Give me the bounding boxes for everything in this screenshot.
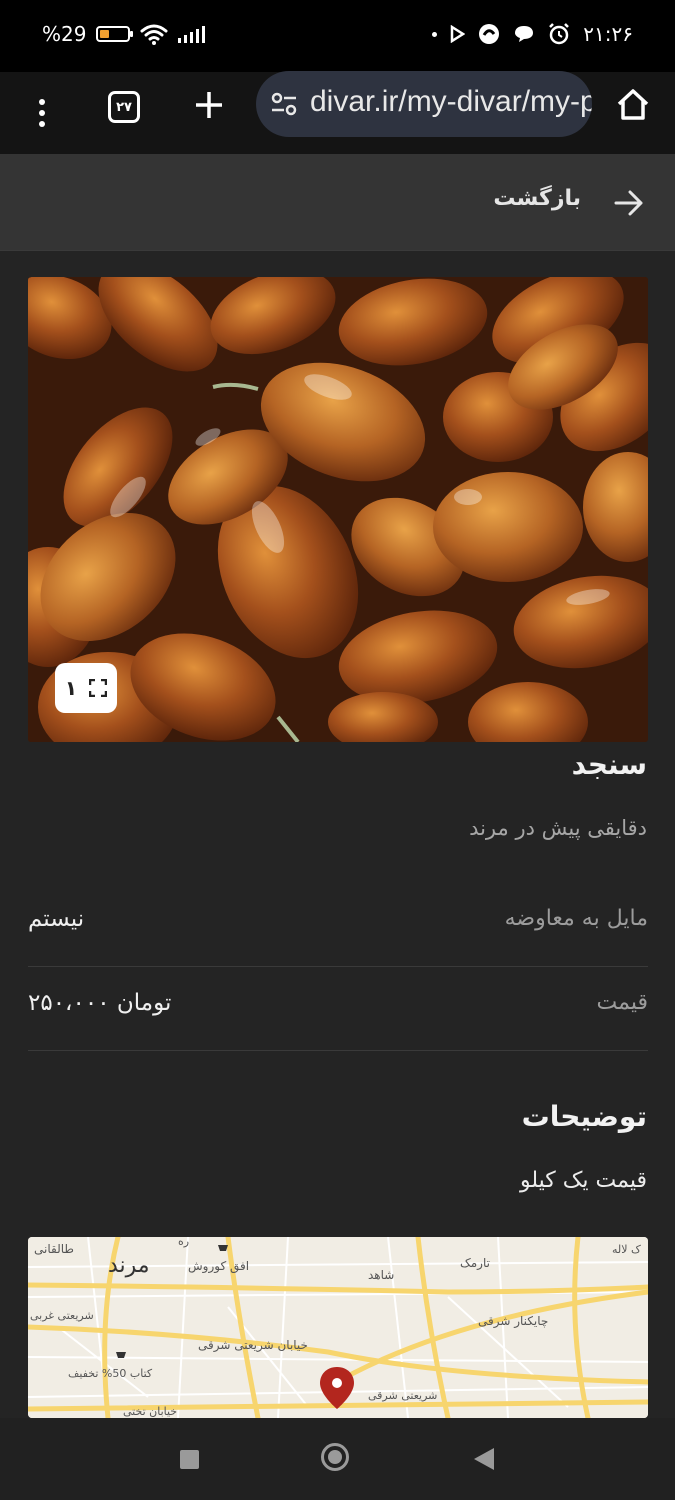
notification-dot-icon: [432, 31, 438, 37]
location-map[interactable]: مرند طالقانی افق کوروش شاهد تارمک چایکنا…: [28, 1237, 648, 1418]
address-bar[interactable]: divar.ir/my-divar/my-posts: [256, 71, 592, 137]
description-heading: توضیحات: [521, 1100, 647, 1133]
map-label: طالقانی: [34, 1242, 74, 1256]
image-count-badge[interactable]: ۱: [55, 663, 117, 713]
field-key: مایل به معاوضه: [504, 906, 648, 931]
map-label: خیابان شریعتی شرقی: [198, 1338, 308, 1353]
status-bar: %29 ۲۱:۲۶: [0, 0, 675, 72]
chat-icon: [515, 26, 534, 42]
description-text: قیمت یک کیلو: [519, 1168, 647, 1193]
more-menu-icon[interactable]: [30, 90, 54, 136]
battery-percent: %29: [42, 22, 87, 46]
map-label: افق کوروش: [188, 1259, 249, 1274]
site-settings-icon[interactable]: [270, 90, 298, 118]
back-label[interactable]: بازگشت: [493, 186, 581, 211]
field-value: نیستم: [28, 906, 85, 932]
map-image: مرند طالقانی افق کوروش شاهد تارمک چایکنا…: [28, 1237, 648, 1418]
new-tab-icon[interactable]: [192, 88, 226, 122]
field-row-price: قیمت ۲۵۰،۰۰۰ تومان: [28, 966, 648, 1051]
system-nav-bar: [0, 1418, 675, 1500]
map-label: تارمک: [460, 1256, 490, 1271]
map-label: مرند: [108, 1253, 150, 1278]
tab-switcher-button[interactable]: ۲۷: [108, 91, 140, 123]
post-photo[interactable]: ۱: [28, 277, 648, 742]
arrow-forward-icon[interactable]: [613, 188, 645, 218]
map-label: ک لاله: [612, 1243, 641, 1256]
post-title: سنجد: [571, 748, 647, 781]
home-icon[interactable]: [614, 86, 652, 124]
status-left: %29: [42, 22, 206, 46]
status-right: ۲۱:۲۶: [432, 22, 633, 46]
map-label: شریعتی غربی: [30, 1309, 94, 1322]
recents-icon[interactable]: [180, 1450, 199, 1469]
signal-icon: [178, 25, 206, 43]
field-row-exchange: مایل به معاوضه نیستم: [28, 882, 648, 967]
map-label: ره: [178, 1237, 189, 1248]
home-circle-icon[interactable]: [321, 1443, 349, 1471]
map-label: شاهد: [368, 1268, 394, 1282]
url-text[interactable]: divar.ir/my-divar/my-posts: [310, 85, 592, 119]
battery-icon: [96, 26, 134, 42]
fullscreen-icon: [89, 679, 108, 697]
map-label: چایکنار شرقی: [478, 1314, 548, 1329]
wifi-icon: [140, 24, 168, 45]
jujube-fruit-image: [28, 277, 648, 742]
map-label: کتاب 50% تخفیف: [68, 1367, 153, 1380]
edge-icon: [479, 24, 500, 44]
post-time-location: دقایقی پیش در مرند: [469, 816, 647, 840]
back-bar[interactable]: بازگشت: [0, 154, 675, 251]
back-triangle-icon[interactable]: [474, 1448, 494, 1470]
field-key: قیمت: [596, 990, 648, 1015]
alarm-icon: [549, 23, 570, 45]
image-count: ۱: [64, 676, 78, 700]
clock: ۲۱:۲۶: [583, 22, 633, 46]
play-icon: [451, 25, 466, 43]
map-label: شریعتی شرقی: [368, 1389, 437, 1402]
field-value: ۲۵۰،۰۰۰ تومان: [28, 990, 172, 1016]
map-label: خیابان تختی: [123, 1405, 177, 1418]
